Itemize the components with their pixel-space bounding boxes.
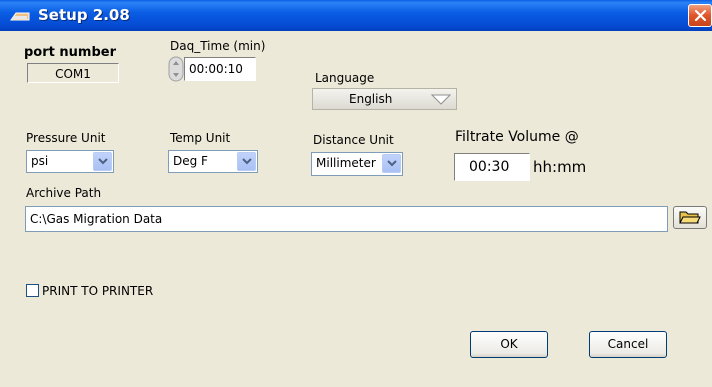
- temp-unit-select[interactable]: Deg F: [168, 150, 258, 173]
- language-label: Language: [315, 71, 375, 85]
- chevron-down-icon: [387, 160, 397, 167]
- language-dropdown[interactable]: English: [312, 88, 457, 110]
- pressure-unit-label: Pressure Unit: [26, 131, 106, 145]
- print-to-printer-checkbox[interactable]: [26, 284, 39, 297]
- daq-time-value: 00:00:10: [189, 62, 243, 76]
- browse-folder-button[interactable]: [673, 206, 707, 229]
- app-icon: [10, 10, 30, 22]
- close-button[interactable]: [688, 4, 712, 27]
- daq-time-label: Daq_Time (min): [170, 39, 266, 53]
- filtrate-volume-value: 00:30: [469, 159, 510, 175]
- daq-time-spinner[interactable]: [168, 56, 184, 112]
- language-value: English: [349, 92, 393, 106]
- daq-time-field[interactable]: 00:00:10: [184, 57, 256, 81]
- window-title: Setup 2.08: [38, 6, 130, 24]
- port-number-value: COM1: [55, 67, 91, 81]
- archive-path-input[interactable]: C:\Gas Migration Data: [25, 206, 668, 232]
- distance-unit-value: Millimeter: [316, 156, 376, 170]
- cancel-button[interactable]: Cancel: [589, 331, 667, 358]
- temp-unit-label: Temp Unit: [170, 131, 231, 145]
- setup-dialog: Setup 2.08 port number COM1 Daq_Time (mi…: [0, 0, 712, 387]
- distance-unit-label: Distance Unit: [313, 133, 394, 147]
- archive-path-value: C:\Gas Migration Data: [30, 212, 163, 226]
- ok-button[interactable]: OK: [470, 331, 548, 358]
- pressure-unit-value: psi: [31, 154, 49, 168]
- archive-path-label: Archive Path: [26, 186, 102, 200]
- chevron-down-icon: [98, 158, 108, 165]
- close-icon: [694, 9, 707, 22]
- print-to-printer-label: PRINT TO PRINTER: [42, 284, 154, 298]
- filtrate-volume-field[interactable]: 00:30: [454, 153, 530, 181]
- chevron-down-icon: [431, 94, 451, 105]
- filtrate-volume-unit: hh:mm: [533, 158, 587, 176]
- title-bar[interactable]: Setup 2.08: [0, 0, 712, 31]
- filtrate-volume-label: Filtrate Volume @: [455, 129, 579, 145]
- temp-unit-dropdown-button[interactable]: [237, 152, 256, 171]
- distance-unit-dropdown-button[interactable]: [382, 154, 401, 173]
- pressure-unit-select[interactable]: psi: [26, 150, 114, 173]
- pressure-unit-dropdown-button[interactable]: [93, 152, 112, 171]
- port-number-field: COM1: [27, 63, 119, 83]
- temp-unit-value: Deg F: [173, 154, 208, 168]
- chevron-down-icon: [242, 158, 252, 165]
- port-number-label: port number: [24, 45, 116, 60]
- folder-icon: [679, 211, 701, 224]
- spinner-icon: [168, 56, 184, 82]
- distance-unit-select[interactable]: Millimeter: [311, 152, 403, 176]
